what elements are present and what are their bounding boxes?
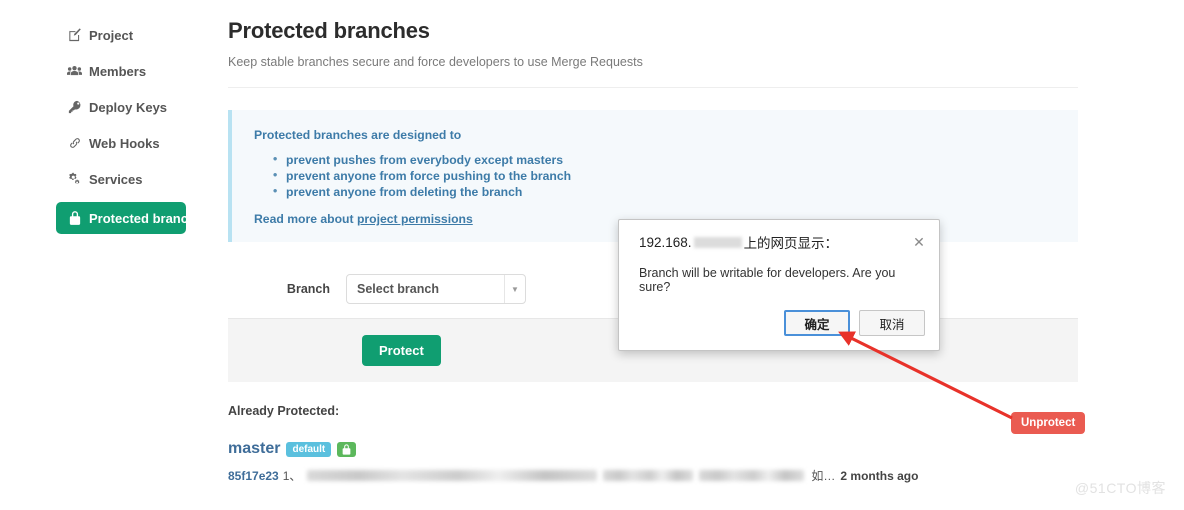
sidebar: Project Members Deploy Keys Web Hooks Se… <box>0 0 210 510</box>
project-permissions-link[interactable]: project permissions <box>357 212 473 226</box>
page-title: Protected branches <box>228 18 430 43</box>
pencil-square-icon <box>66 28 83 42</box>
already-protected-title: Already Protected: <box>228 404 340 418</box>
confirm-dialog: 192.168. 上的网页显示： ✕ Branch will be writab… <box>618 219 940 351</box>
link-icon <box>66 136 83 150</box>
cancel-button[interactable]: 取消 <box>859 310 925 336</box>
page-subtitle: Keep stable branches secure and force de… <box>228 55 643 69</box>
watermark: @51CTO博客 <box>1074 480 1166 496</box>
unprotect-button[interactable]: Unprotect <box>1011 412 1086 434</box>
dialog-title-host-prefix: 192.168. <box>639 234 692 250</box>
dialog-title-row: 192.168. 上的网页显示： ✕ <box>619 220 939 252</box>
info-bullet-list: prevent pushes from everybody except mas… <box>254 151 1058 200</box>
info-footer-prefix: Read more about <box>254 212 357 226</box>
sidebar-item-label: Services <box>89 171 143 187</box>
lock-icon <box>337 441 357 457</box>
sidebar-item-label: Members <box>89 63 147 79</box>
users-icon <box>66 64 83 78</box>
status-badge-default: default <box>286 441 332 457</box>
dialog-message: Branch will be writable for developers. … <box>639 266 896 294</box>
dialog-title-suffix: 上的网页显示： <box>743 236 839 251</box>
sidebar-item-label: Deploy Keys <box>89 99 168 115</box>
title-divider <box>228 87 1078 88</box>
commit-line: 85f17e23 1、 如… 2 months ago <box>228 467 1078 484</box>
page-root: Project Members Deploy Keys Web Hooks Se… <box>0 0 1184 510</box>
redacted-commit-message-2 <box>603 470 694 481</box>
close-icon[interactable]: ✕ <box>911 234 927 250</box>
commit-message-tail: 如… <box>811 469 836 483</box>
sidebar-item-label: Protected branches <box>89 210 211 226</box>
sidebar-item-protected-branches[interactable]: Protected branches <box>56 202 210 234</box>
branch-name-line: master default <box>228 440 1078 458</box>
list-item: prevent pushes from everybody except mas… <box>273 151 1058 168</box>
confirm-button[interactable]: 确定 <box>784 310 850 336</box>
sidebar-item-services[interactable]: Services <box>8 166 202 192</box>
sidebar-item-web-hooks[interactable]: Web Hooks <box>8 130 202 156</box>
list-item: prevent anyone from force pushing to the… <box>273 167 1058 184</box>
branch-name: master <box>228 440 281 457</box>
dialog-title: 192.168. 上的网页显示： <box>639 232 911 252</box>
sidebar-item-deploy-keys[interactable]: Deploy Keys <box>8 94 202 120</box>
redacted-host-address <box>693 236 742 248</box>
list-item: prevent anyone from deleting the branch <box>273 183 1058 200</box>
commit-sha-link[interactable]: 85f17e23 <box>228 469 279 483</box>
commit-timestamp: 2 months ago <box>840 468 919 483</box>
sidebar-item-label: Web Hooks <box>89 135 160 151</box>
sidebar-item-project[interactable]: Project <box>8 22 202 48</box>
sidebar-item-label: Project <box>89 27 134 43</box>
info-heading: Protected branches are designed to <box>254 128 462 142</box>
branch-select-value: Select branch <box>357 282 439 296</box>
lock-icon <box>66 211 83 225</box>
sidebar-item-members[interactable]: Members <box>8 58 202 84</box>
protect-button[interactable]: Protect <box>362 335 441 366</box>
key-icon <box>66 100 83 114</box>
branch-field-label: Branch <box>286 282 330 296</box>
redacted-commit-message-3 <box>699 470 805 481</box>
chevron-down-icon: ▼ <box>504 275 525 303</box>
branch-select[interactable]: Select branch ▼ <box>346 274 526 304</box>
protected-branch-entry: master default 85f17e23 1、 如… 2 months a… <box>228 440 1078 484</box>
dialog-buttons: 确定 取消 <box>784 310 925 336</box>
cogs-icon <box>66 172 83 186</box>
commit-message-prefix: 1、 <box>282 469 302 483</box>
redacted-commit-message <box>307 470 598 481</box>
